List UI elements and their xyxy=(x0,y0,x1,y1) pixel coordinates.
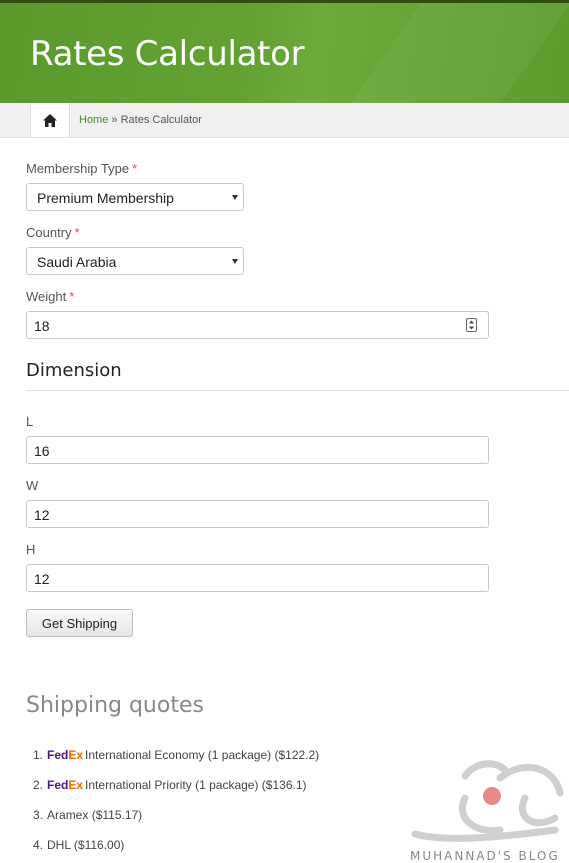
membership-select[interactable]: Premium Membership xyxy=(26,183,244,211)
country-select[interactable]: Saudi Arabia xyxy=(26,247,244,275)
width-label: W xyxy=(26,478,39,493)
divider xyxy=(26,390,569,391)
membership-select-value: Premium Membership xyxy=(37,190,174,206)
quote-number: 4. xyxy=(33,838,44,852)
page-header: Rates Calculator xyxy=(0,3,569,103)
height-input[interactable]: 12 xyxy=(26,564,489,592)
get-shipping-button[interactable]: Get Shipping xyxy=(26,609,133,637)
watermark-text: MUHANNAD'S BLOG xyxy=(410,849,560,863)
country-label: Country * xyxy=(26,225,80,240)
quote-item: 2. FedEx International Priority (1 package… xyxy=(33,778,307,792)
quote-item: 4. DHL ($116.00) xyxy=(33,838,124,852)
quote-text: International Priority (1 package) ($136… xyxy=(85,778,307,792)
page-title: Rates Calculator xyxy=(30,34,305,74)
width-input-value: 12 xyxy=(34,507,50,523)
country-select-value: Saudi Arabia xyxy=(37,254,117,270)
fedex-logo-icon: FedEx xyxy=(47,778,84,792)
country-label-text: Country xyxy=(26,225,72,240)
required-marker: * xyxy=(132,161,138,176)
quote-text: International Economy (1 package) ($122.… xyxy=(85,748,320,762)
length-input-value: 16 xyxy=(34,443,50,459)
length-input[interactable]: 16 xyxy=(26,436,489,464)
breadcrumb-home-link[interactable]: Home xyxy=(79,114,108,126)
quote-number: 1. xyxy=(33,748,44,762)
home-button[interactable] xyxy=(30,103,70,137)
quote-number: 3. xyxy=(33,808,44,822)
chevron-down-icon xyxy=(232,195,238,200)
membership-label-text: Membership Type xyxy=(26,161,130,176)
weight-input[interactable]: 18 xyxy=(26,311,489,339)
required-marker: * xyxy=(69,289,75,304)
quote-number: 2. xyxy=(33,778,44,792)
weight-label-text: Weight xyxy=(26,289,67,304)
length-label: L xyxy=(26,414,34,429)
membership-label: Membership Type * xyxy=(26,161,137,176)
height-input-value: 12 xyxy=(34,571,50,587)
height-label: H xyxy=(26,542,36,557)
required-marker: * xyxy=(74,225,80,240)
number-spinner-icon[interactable] xyxy=(466,318,477,332)
quote-item: 1. FedEx International Economy (1 package)… xyxy=(33,748,319,762)
breadcrumb-separator: » xyxy=(111,114,118,126)
weight-label: Weight * xyxy=(26,289,74,304)
quote-text: Aramex ($115.17) xyxy=(47,808,143,822)
fedex-logo-icon: FedEx xyxy=(47,748,84,762)
header-highlight xyxy=(322,3,569,103)
home-icon xyxy=(43,113,57,127)
quote-text: DHL ($116.00) xyxy=(47,838,125,852)
breadcrumb: Home » Rates Calculator xyxy=(0,103,569,138)
breadcrumb-current: Rates Calculator xyxy=(120,114,202,126)
shipping-quotes-heading: Shipping quotes xyxy=(26,693,204,718)
width-input[interactable]: 12 xyxy=(26,500,489,528)
dimension-heading: Dimension xyxy=(26,360,122,381)
chevron-down-icon xyxy=(232,259,238,264)
breadcrumb-trail: Home » Rates Calculator xyxy=(79,114,202,126)
watermark-logo xyxy=(411,760,564,842)
quote-item: 3. Aramex ($115.17) xyxy=(33,808,142,822)
weight-input-value: 18 xyxy=(34,318,50,334)
